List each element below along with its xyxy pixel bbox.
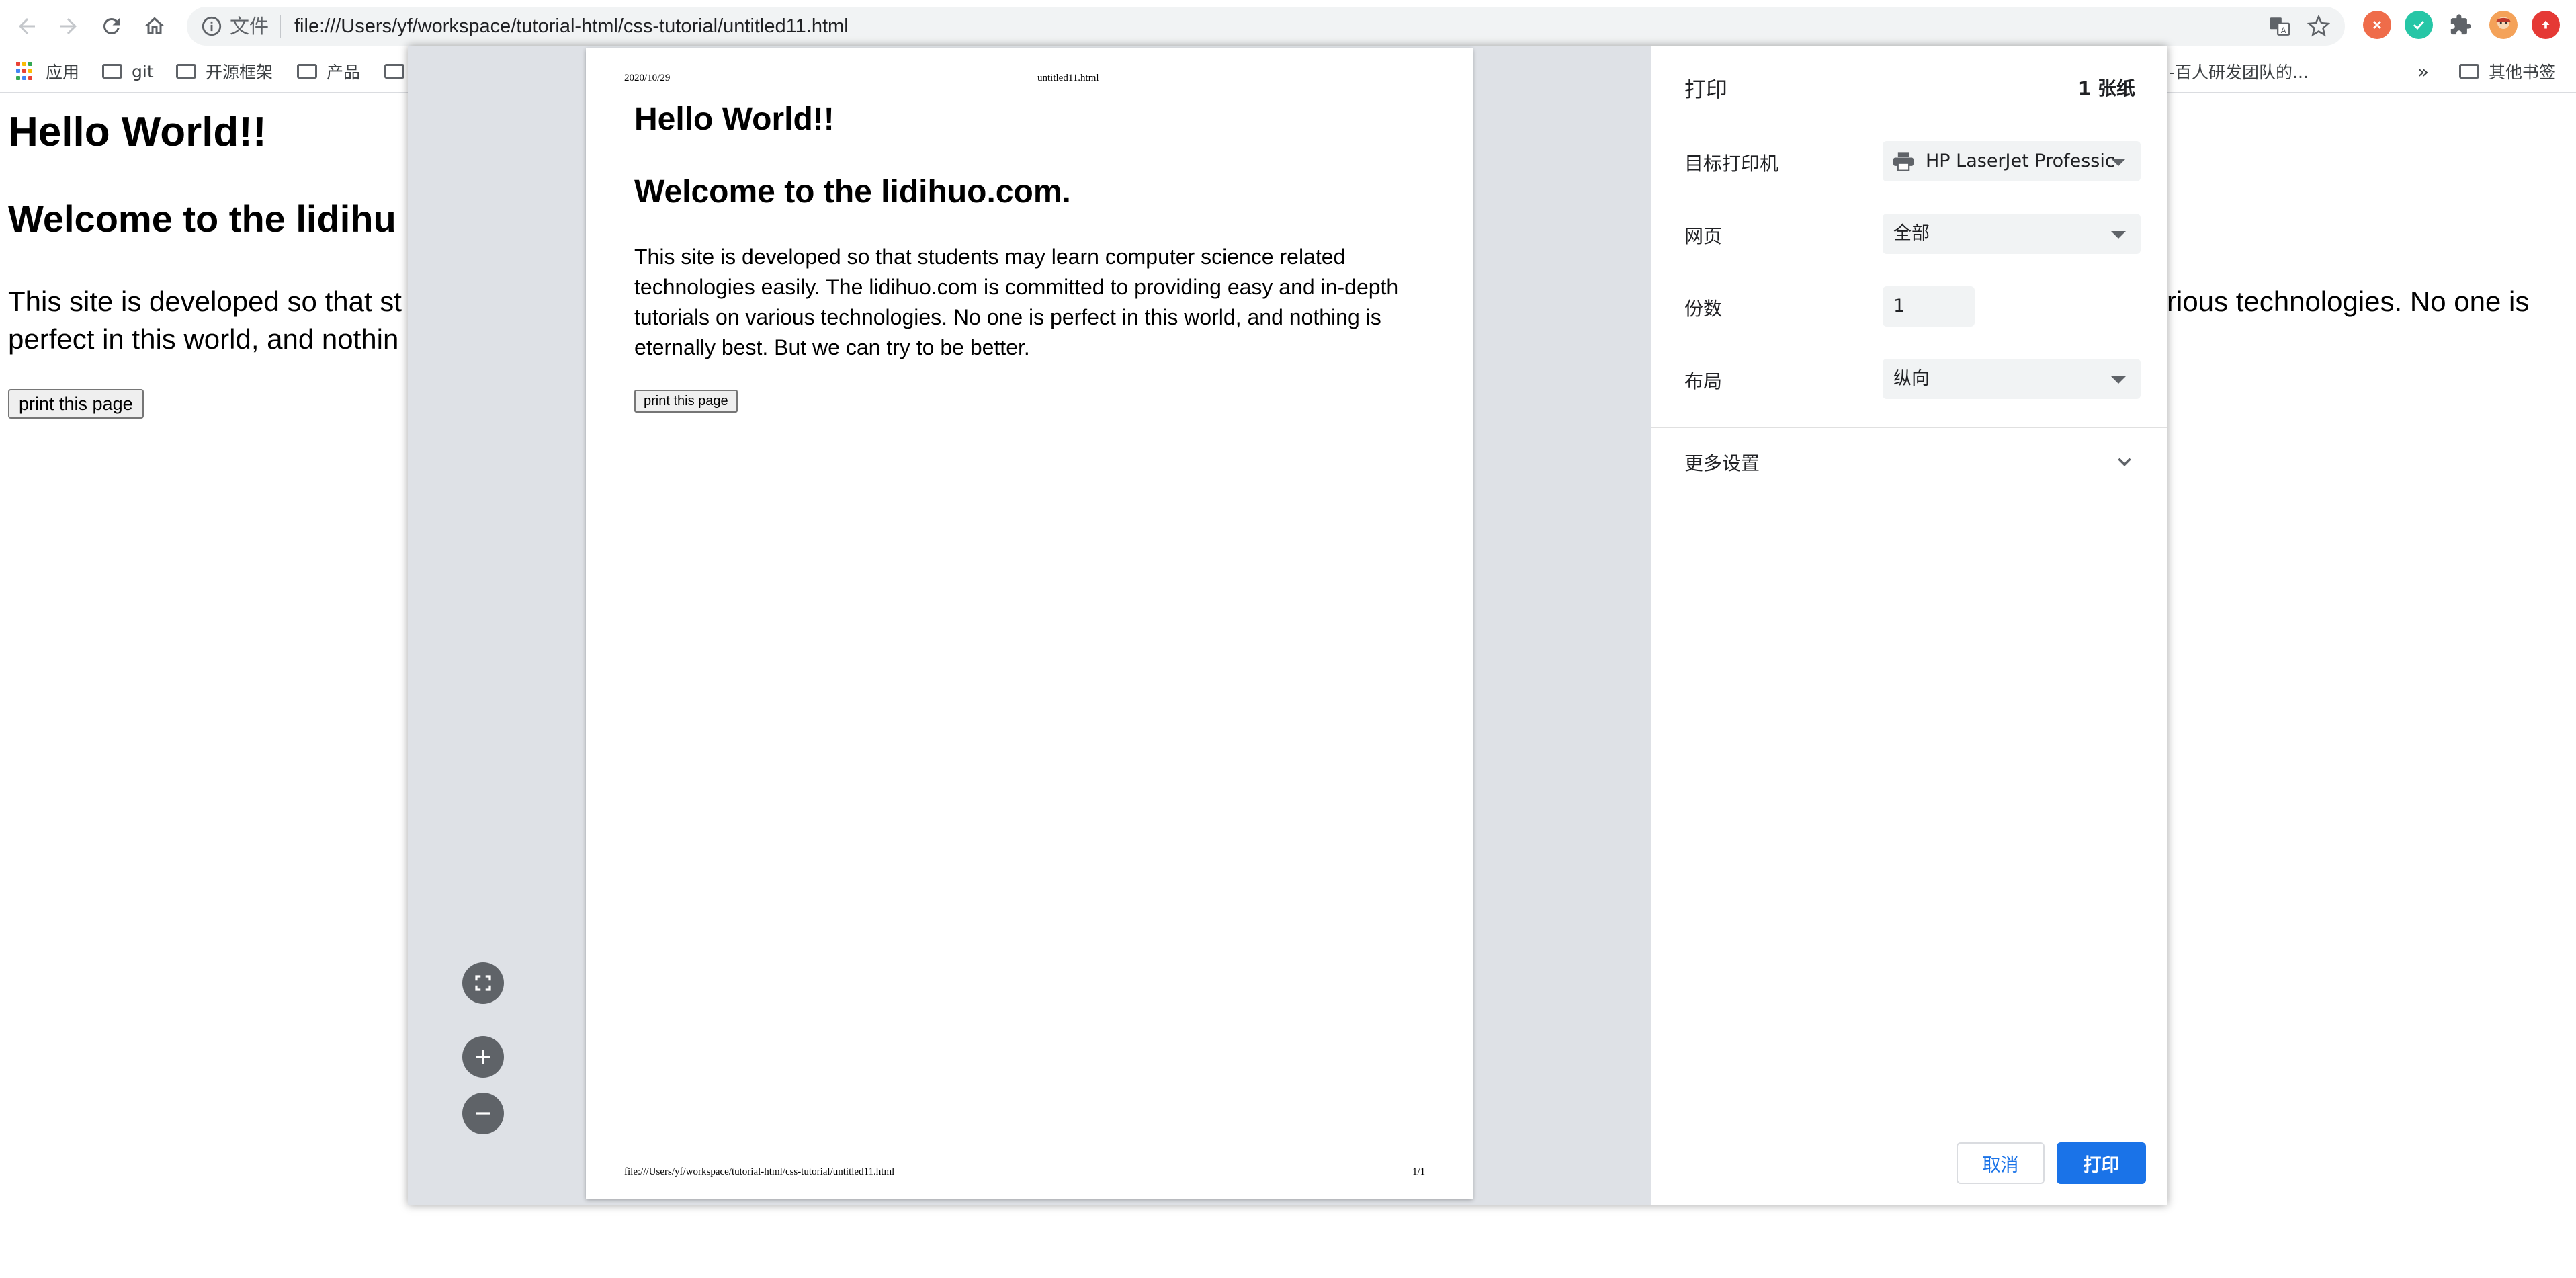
folder-icon [176, 64, 196, 79]
forward-arrow-icon [60, 18, 77, 34]
destination-label: 目标打印机 [1684, 153, 1779, 175]
zoom-in-icon [476, 1050, 490, 1064]
fit-to-page-button[interactable] [462, 962, 504, 1004]
layout-value: 纵向 [1893, 368, 1930, 389]
bookmark-team[interactable]: -百人研发团队的... [2169, 57, 2309, 85]
print-preview-area: 2020/10/29 untitled11.html Hello World!!… [408, 46, 1651, 1205]
back-arrow-icon [19, 18, 35, 34]
bookmark-product[interactable]: 产品 [297, 57, 360, 85]
preview-heading: Hello World!! [634, 101, 834, 137]
printer-icon [1893, 152, 1914, 171]
page-heading: Hello World!! [8, 109, 267, 155]
preview-paragraph: This site is developed so that students … [634, 245, 1399, 359]
translate-icon[interactable]: A [2268, 15, 2291, 38]
settings-divider [1651, 427, 2167, 428]
preview-footer-page: 1/1 [1412, 1166, 1426, 1177]
back-button[interactable] [9, 9, 44, 44]
preview-print-button: print this page [634, 390, 738, 413]
update-alert-icon[interactable] [2532, 11, 2560, 39]
print-title: 打印 [1684, 77, 1728, 102]
bookmark-team-label: -百人研发团队的... [2169, 62, 2309, 82]
extensions-puzzle-icon[interactable] [2446, 11, 2475, 39]
print-dialog: 2020/10/29 untitled11.html Hello World!!… [408, 46, 2167, 1205]
bookmark-git[interactable]: git [102, 57, 154, 85]
star-icon[interactable] [2307, 15, 2330, 38]
folder-icon [102, 64, 122, 79]
profile-avatar[interactable] [2489, 11, 2518, 39]
apps-grid-icon [16, 62, 35, 81]
forward-button[interactable] [51, 9, 86, 44]
sheet-count: 1 张纸 [2077, 77, 2135, 99]
copies-label: 份数 [1684, 298, 1723, 320]
more-settings-toggle[interactable]: 更多设置 [1684, 449, 1760, 476]
overflow-chevron-icon: » [2417, 60, 2430, 83]
home-button[interactable] [137, 9, 172, 44]
zoom-out-icon [476, 1112, 490, 1115]
bookmark-product-label: 产品 [327, 62, 361, 82]
bookmark-apps-label: 应用 [46, 62, 80, 82]
url-scheme-label: 文件 [230, 15, 269, 38]
preview-footer-url: file:///Users/yf/workspace/tutorial-html… [624, 1166, 895, 1177]
bookmark-apps[interactable]: 应用 [16, 57, 79, 85]
preview-page: 2020/10/29 untitled11.html Hello World!!… [586, 48, 1473, 1199]
chevron-down-icon [2111, 231, 2126, 239]
reload-icon [103, 17, 120, 34]
preview-subheading: Welcome to the lidihuo.com. [634, 174, 1071, 210]
reload-button[interactable] [94, 9, 129, 44]
url-text[interactable]: file:///Users/yf/workspace/tutorial-html… [294, 12, 849, 40]
page-paragraph-right: rious technologies. No one is [2167, 286, 2530, 317]
bookmark-frameworks[interactable]: 开源框架 [176, 57, 273, 85]
bookmark-other-label: 其他书签 [2489, 62, 2557, 82]
browser-toolbar: 文件 file:///Users/yf/workspace/tutorial-h… [0, 0, 2576, 50]
page-paragraph-left: This site is developed so that st perfec… [8, 286, 402, 355]
chevron-down-icon [2111, 159, 2126, 166]
bookmark-git-label: git [132, 61, 154, 81]
bookmarks-overflow-button[interactable]: » [2417, 57, 2429, 85]
copies-input[interactable]: 1 [1883, 286, 1975, 327]
folder-icon [384, 64, 404, 79]
fit-to-page-icon [475, 975, 491, 991]
pages-value: 全部 [1893, 223, 1930, 244]
extension-red-icon[interactable] [2363, 11, 2391, 39]
layout-label: 布局 [1684, 370, 1723, 392]
page-print-button[interactable]: print this page [8, 389, 144, 419]
bookmark-other[interactable]: 其他书签 [2459, 57, 2556, 85]
chevron-down-icon [2111, 376, 2126, 384]
layout-select[interactable]: 纵向 [1883, 359, 2141, 399]
bookmark-frameworks-label: 开源框架 [206, 62, 273, 82]
address-divider [280, 15, 281, 38]
chevron-down-icon[interactable] [2113, 450, 2136, 473]
pages-select[interactable]: 全部 [1883, 214, 2141, 254]
destination-value: HP LaserJet Professic [1926, 151, 2115, 171]
zoom-out-button[interactable] [462, 1093, 504, 1134]
extension-check-icon[interactable] [2405, 11, 2433, 39]
home-icon [144, 17, 165, 34]
folder-icon [2459, 64, 2479, 79]
address-bar[interactable]: 文件 file:///Users/yf/workspace/tutorial-h… [187, 7, 2345, 46]
print-button[interactable]: 打印 [2057, 1142, 2146, 1184]
print-settings-panel: 打印 1 张纸 目标打印机 HP LaserJet Professic 网页 全… [1651, 46, 2167, 1205]
info-icon[interactable] [200, 15, 223, 38]
pages-label: 网页 [1684, 225, 1723, 247]
preview-header-date: 2020/10/29 [624, 73, 671, 83]
svg-text:A: A [2281, 26, 2286, 35]
zoom-in-button[interactable] [462, 1036, 504, 1078]
preview-header-title: untitled11.html [1037, 73, 1099, 83]
cancel-button[interactable]: 取消 [1957, 1142, 2045, 1184]
destination-select[interactable]: HP LaserJet Professic [1883, 141, 2141, 181]
folder-icon [297, 64, 317, 79]
page-subheading: Welcome to the lidihu [8, 198, 396, 240]
